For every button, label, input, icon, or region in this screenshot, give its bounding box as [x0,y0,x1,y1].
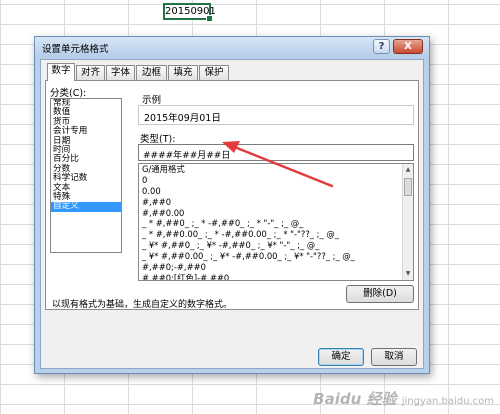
category-list[interactable]: 常规 数值 货币 会计专用 日期 时间 百分比 分数 科学记数 文本 特殊 自定… [50,98,122,253]
watermark-sub: jingyan.baidu.com [401,396,494,407]
delete-button[interactable]: 删除(D) [346,285,414,303]
ok-button[interactable]: 确定 [318,348,364,366]
sample-value: 2015年09月01日 [144,113,221,124]
tab-font[interactable]: 字体 [106,65,135,80]
category-label: 分类(C): [50,88,87,99]
dialog-body: 数字 对齐 字体 边框 填充 保护 分类(C): 常规 数值 货币 会计专用 日… [40,59,424,369]
format-item[interactable]: _ ¥* #,##0.00_ ;_ ¥* -#,##0.00_ ;_ ¥* "-… [139,251,413,262]
format-list-scrollbar[interactable]: ▲ ▼ [402,164,413,280]
format-item[interactable]: 0.00 [139,186,413,197]
format-item[interactable]: _ * #,##0_ ;_ * -#,##0_ ;_ * "-"_ ;_ @_ [139,218,413,229]
format-item[interactable]: #,##0;[红色]-#,##0 [139,273,413,280]
fill-handle[interactable] [206,15,213,22]
tab-fill[interactable]: 填充 [168,65,198,80]
tab-protection[interactable]: 保护 [199,65,229,80]
type-label: 类型(T): [140,134,176,145]
format-item[interactable]: 0 [139,175,413,186]
format-item[interactable]: _ * #,##0.00_ ;_ * -#,##0.00_ ;_ * "-"??… [139,229,413,240]
sample-box: 2015年09月01日 [138,105,414,125]
selected-cell[interactable]: 20150901 [163,3,216,22]
close-button[interactable]: X [393,39,423,54]
tab-border[interactable]: 边框 [136,65,167,80]
number-tab-panel: 分类(C): 常规 数值 货币 会计专用 日期 时间 百分比 分数 科学记数 文… [45,80,419,310]
scroll-up-arrow-icon[interactable]: ▲ [403,165,413,175]
format-item[interactable]: #,##0 [139,197,413,208]
tab-number[interactable]: 数字 [47,63,75,81]
help-button[interactable]: ? [373,39,390,54]
format-item[interactable]: #,##0;-#,##0 [139,262,413,273]
sample-label: 示例 [142,95,162,106]
dialog-title: 设置单元格格式 [42,44,109,55]
cancel-button[interactable]: 取消 [371,348,417,366]
format-list[interactable]: G/通用格式 0 0.00 #,##0 #,##0.00 _ * #,##0_ … [138,163,414,281]
dialog-titlebar[interactable]: 设置单元格格式 ? X [35,37,429,57]
tab-alignment[interactable]: 对齐 [76,65,105,80]
scroll-thumb[interactable] [404,178,412,196]
format-item[interactable]: G/通用格式 [139,164,413,175]
watermark-main: Baidu 经验 [313,390,397,408]
category-item-selected[interactable]: 自定义 [51,201,121,212]
scroll-down-arrow-icon[interactable]: ▼ [403,269,413,279]
description-text: 以现有格式为基础，生成自定义的数字格式。 [52,300,233,310]
type-input[interactable]: ####年##月##日 [138,144,414,161]
watermark: Baidu 经验 jingyan.baidu.com [313,388,494,409]
format-item[interactable]: #,##0.00 [139,208,413,219]
format-cells-dialog: 设置单元格格式 ? X 数字 对齐 字体 边框 填充 保护 分类(C): 常规 … [34,36,430,374]
format-item[interactable]: _ ¥* #,##0_ ;_ ¥* -#,##0_ ;_ ¥* "-"_ ;_ … [139,240,413,251]
cell-value: 20150901 [165,6,216,17]
